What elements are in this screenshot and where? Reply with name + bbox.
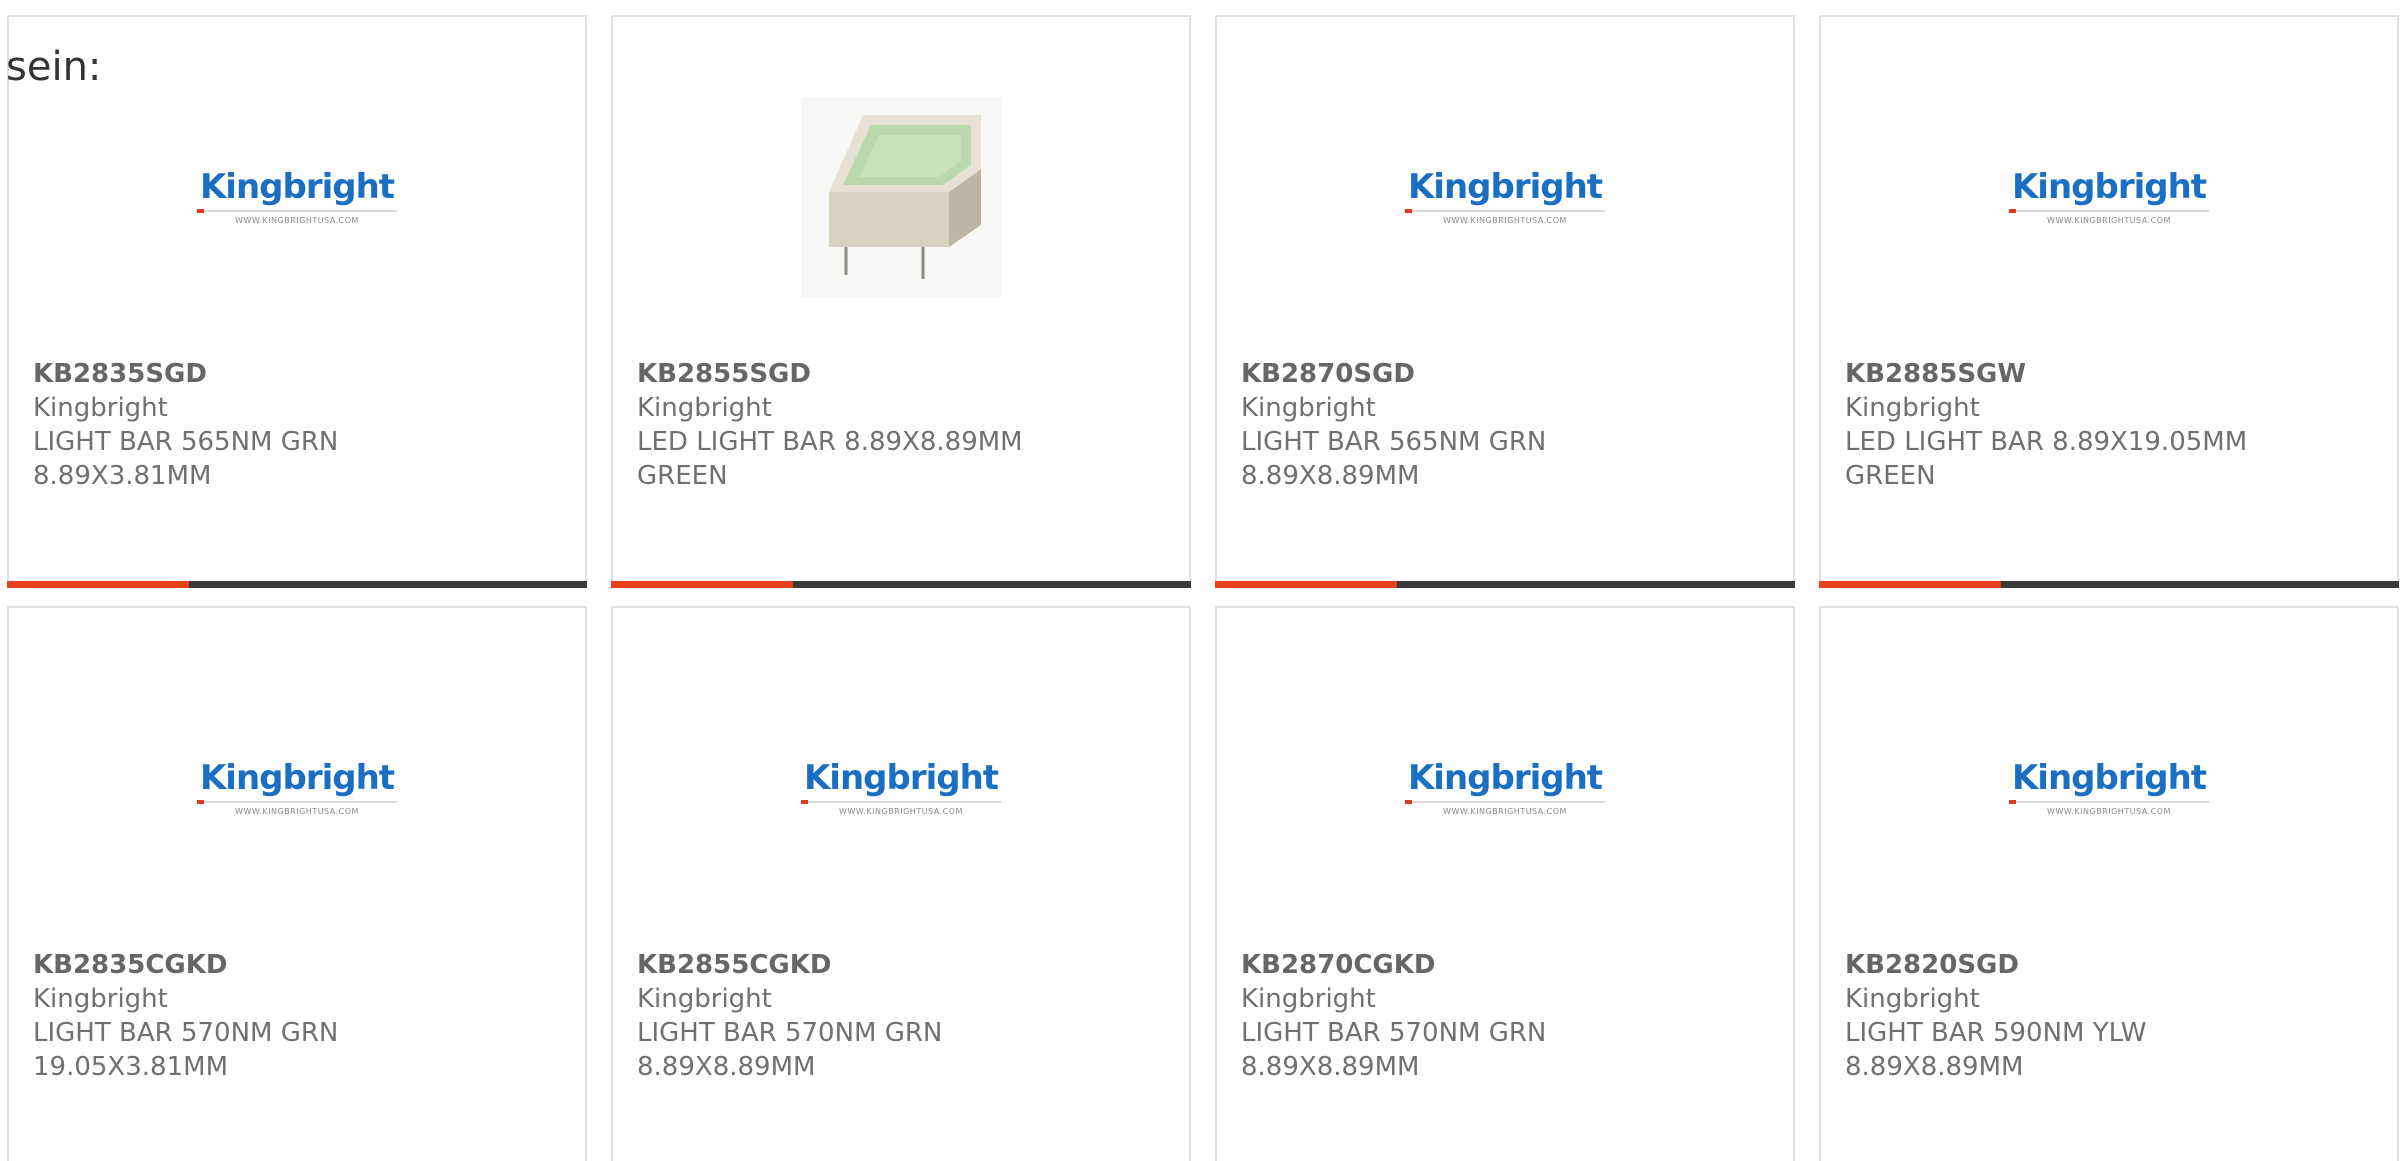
part-number[interactable]: KB2835SGD: [33, 357, 565, 391]
manufacturer: Kingbright: [1845, 393, 1980, 423]
card-bottom-bar: [1819, 581, 2399, 588]
product-card[interactable]: Kingbright WWW.KINGBRIGHTUSA.COM KB2855C…: [611, 606, 1191, 1161]
manufacturer: Kingbright: [33, 393, 168, 423]
part-number[interactable]: KB2855SGD: [637, 357, 1169, 391]
logo-url: WWW.KINGBRIGHTUSA.COM: [235, 215, 359, 225]
logo-url: WWW.KINGBRIGHTUSA.COM: [839, 806, 963, 816]
logo-divider: [2009, 208, 2209, 213]
logo-divider: [1405, 208, 1605, 213]
description-line-2: GREEN: [637, 461, 728, 491]
product-info: KB2835CGKD Kingbright LIGHT BAR 570NM GR…: [33, 948, 565, 1084]
logo-url: WWW.KINGBRIGHTUSA.COM: [2047, 215, 2171, 225]
part-number[interactable]: KB2820SGD: [1845, 948, 2377, 982]
card-bar-accent: [1215, 581, 1397, 588]
logo-divider: [2009, 799, 2209, 804]
part-number[interactable]: KB2885SGW: [1845, 357, 2377, 391]
description-line-2: 8.89X8.89MM: [1241, 1052, 1420, 1082]
logo-wordmark: Kingbright: [2011, 757, 2207, 798]
product-image[interactable]: Kingbright WWW.KINGBRIGHTUSA.COM: [1821, 77, 2397, 317]
description-line-1: LIGHT BAR 570NM GRN: [33, 1018, 339, 1048]
logo-divider: [197, 208, 397, 213]
description-line-2: 8.89X8.89MM: [1241, 461, 1420, 491]
description-line-2: 19.05X3.81MM: [33, 1052, 228, 1082]
kingbright-logo: Kingbright WWW.KINGBRIGHTUSA.COM: [801, 761, 1001, 816]
product-card[interactable]: Kingbright WWW.KINGBRIGHTUSA.COM KB2820S…: [1819, 606, 2399, 1161]
part-number[interactable]: KB2870SGD: [1241, 357, 1773, 391]
product-info: KB2820SGD Kingbright LIGHT BAR 590NM YLW…: [1845, 948, 2377, 1084]
product-info: KB2855CGKD Kingbright LIGHT BAR 570NM GR…: [637, 948, 1169, 1084]
manufacturer: Kingbright: [637, 393, 772, 423]
manufacturer: Kingbright: [33, 984, 168, 1014]
logo-url: WWW.KINGBRIGHTUSA.COM: [235, 806, 359, 816]
product-grid-page: sein: Kingbright WWW.KINGBRIGHTUSA.COM K…: [0, 0, 2400, 1161]
card-bottom-bar: [1215, 581, 1795, 588]
description-line-2: 8.89X3.81MM: [33, 461, 212, 491]
description-line-1: LIGHT BAR 570NM GRN: [637, 1018, 943, 1048]
description-line-1: LIGHT BAR 565NM GRN: [1241, 427, 1547, 457]
product-card[interactable]: KB2855SGD Kingbright LED LIGHT BAR 8.89X…: [611, 15, 1191, 588]
intro-text: sein:: [6, 44, 102, 90]
logo-divider: [1405, 799, 1605, 804]
product-image[interactable]: Kingbright WWW.KINGBRIGHTUSA.COM: [1821, 668, 2397, 908]
description-line-1: LIGHT BAR 565NM GRN: [33, 427, 339, 457]
product-card[interactable]: Kingbright WWW.KINGBRIGHTUSA.COM KB2835C…: [7, 606, 587, 1161]
kingbright-logo: Kingbright WWW.KINGBRIGHTUSA.COM: [197, 170, 397, 225]
product-image[interactable]: Kingbright WWW.KINGBRIGHTUSA.COM: [9, 668, 585, 908]
logo-divider: [801, 799, 1001, 804]
product-image[interactable]: Kingbright WWW.KINGBRIGHTUSA.COM: [9, 77, 585, 317]
manufacturer: Kingbright: [1845, 984, 1980, 1014]
kingbright-logo: Kingbright WWW.KINGBRIGHTUSA.COM: [197, 761, 397, 816]
logo-divider: [197, 799, 397, 804]
product-image[interactable]: [613, 77, 1189, 317]
kingbright-logo: Kingbright WWW.KINGBRIGHTUSA.COM: [2009, 170, 2209, 225]
product-info: KB2870SGD Kingbright LIGHT BAR 565NM GRN…: [1241, 357, 1773, 493]
logo-wordmark: Kingbright: [1407, 166, 1603, 207]
product-card[interactable]: Kingbright WWW.KINGBRIGHTUSA.COM KB2870C…: [1215, 606, 1795, 1161]
manufacturer: Kingbright: [637, 984, 772, 1014]
logo-wordmark: Kingbright: [803, 757, 999, 798]
kingbright-logo: Kingbright WWW.KINGBRIGHTUSA.COM: [2009, 761, 2209, 816]
part-number[interactable]: KB2870CGKD: [1241, 948, 1773, 982]
logo-wordmark: Kingbright: [199, 166, 395, 207]
kingbright-logo: Kingbright WWW.KINGBRIGHTUSA.COM: [1405, 761, 1605, 816]
card-bottom-bar: [611, 581, 1191, 588]
product-image[interactable]: Kingbright WWW.KINGBRIGHTUSA.COM: [1217, 668, 1793, 908]
logo-url: WWW.KINGBRIGHTUSA.COM: [2047, 806, 2171, 816]
product-info: KB2885SGW Kingbright LED LIGHT BAR 8.89X…: [1845, 357, 2377, 493]
product-info: KB2855SGD Kingbright LED LIGHT BAR 8.89X…: [637, 357, 1169, 493]
product-info: KB2835SGD Kingbright LIGHT BAR 565NM GRN…: [33, 357, 565, 493]
part-number[interactable]: KB2835CGKD: [33, 948, 565, 982]
product-info: KB2870CGKD Kingbright LIGHT BAR 570NM GR…: [1241, 948, 1773, 1084]
card-bar-accent: [611, 581, 793, 588]
product-image[interactable]: Kingbright WWW.KINGBRIGHTUSA.COM: [613, 668, 1189, 908]
product-grid: Kingbright WWW.KINGBRIGHTUSA.COM KB2835S…: [7, 15, 2399, 1161]
manufacturer: Kingbright: [1241, 984, 1376, 1014]
part-number[interactable]: KB2855CGKD: [637, 948, 1169, 982]
product-card[interactable]: Kingbright WWW.KINGBRIGHTUSA.COM KB2885S…: [1819, 15, 2399, 588]
card-bottom-bar: [7, 581, 587, 588]
logo-url: WWW.KINGBRIGHTUSA.COM: [1443, 806, 1567, 816]
description-line-1: LED LIGHT BAR 8.89X8.89MM: [637, 427, 1023, 457]
logo-url: WWW.KINGBRIGHTUSA.COM: [1443, 215, 1567, 225]
description-line-1: LED LIGHT BAR 8.89X19.05MM: [1845, 427, 2248, 457]
logo-wordmark: Kingbright: [1407, 757, 1603, 798]
description-line-2: 8.89X8.89MM: [1845, 1052, 2024, 1082]
description-line-2: GREEN: [1845, 461, 1936, 491]
logo-wordmark: Kingbright: [199, 757, 395, 798]
product-image[interactable]: Kingbright WWW.KINGBRIGHTUSA.COM: [1217, 77, 1793, 317]
card-bar-accent: [1819, 581, 2001, 588]
description-line-1: LIGHT BAR 570NM GRN: [1241, 1018, 1547, 1048]
description-line-2: 8.89X8.89MM: [637, 1052, 816, 1082]
logo-wordmark: Kingbright: [2011, 166, 2207, 207]
light-bar-photo: [801, 97, 1001, 297]
product-card[interactable]: Kingbright WWW.KINGBRIGHTUSA.COM KB2835S…: [7, 15, 587, 588]
kingbright-logo: Kingbright WWW.KINGBRIGHTUSA.COM: [1405, 170, 1605, 225]
product-card[interactable]: Kingbright WWW.KINGBRIGHTUSA.COM KB2870S…: [1215, 15, 1795, 588]
description-line-1: LIGHT BAR 590NM YLW: [1845, 1018, 2147, 1048]
card-bar-accent: [7, 581, 189, 588]
manufacturer: Kingbright: [1241, 393, 1376, 423]
